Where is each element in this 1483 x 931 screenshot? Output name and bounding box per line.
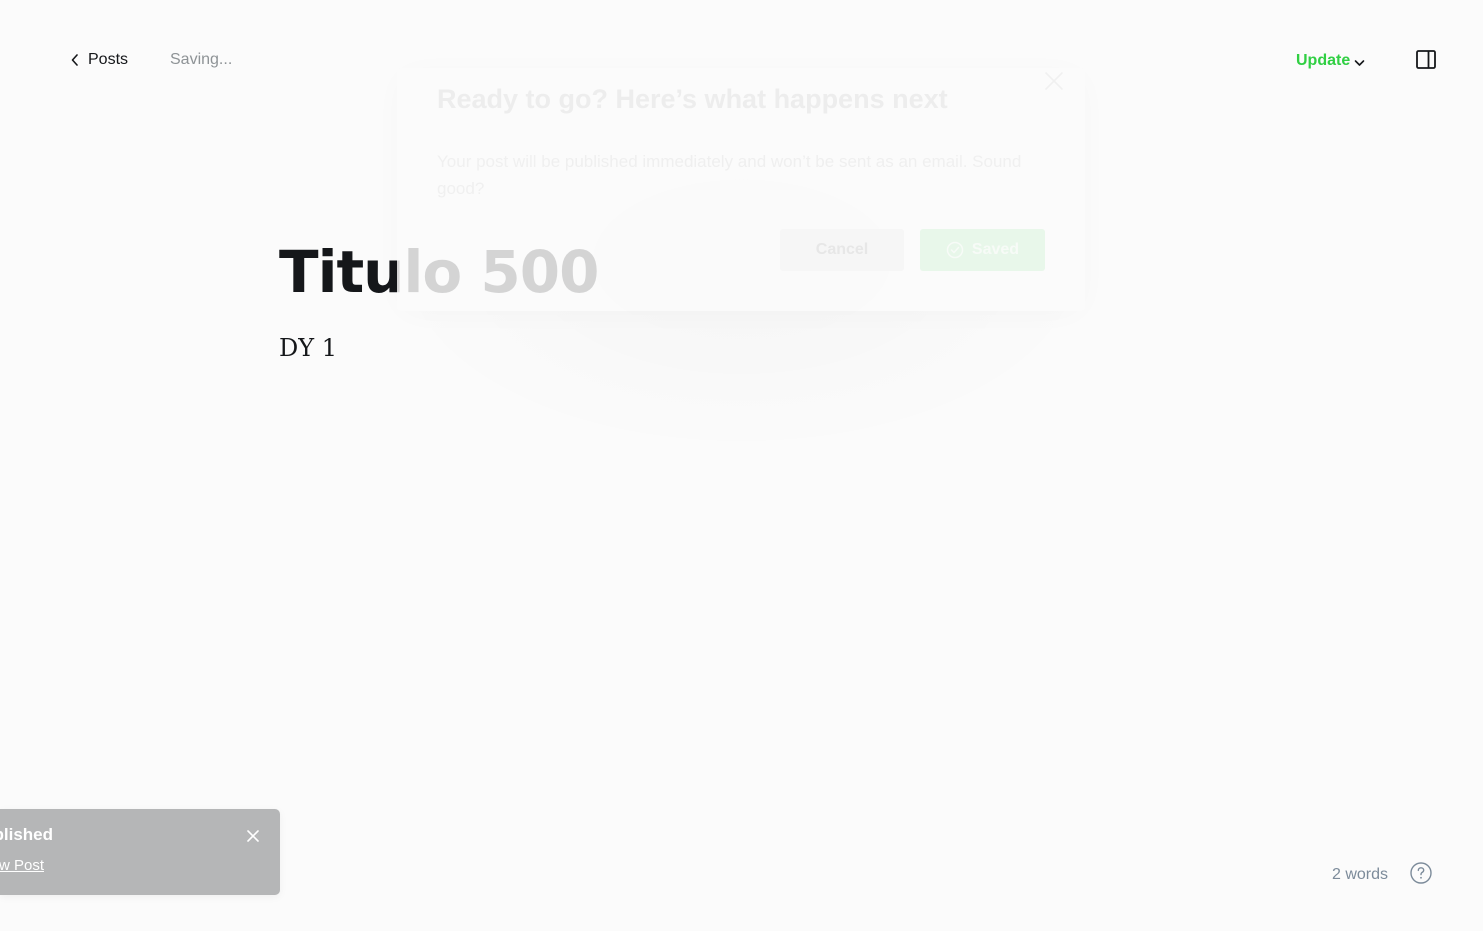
word-count: 2 words bbox=[1332, 866, 1389, 883]
save-status: Saving... bbox=[170, 51, 233, 68]
check-circle-icon bbox=[946, 241, 964, 259]
close-icon[interactable] bbox=[246, 829, 260, 843]
post-editor-page: Posts Saving... Update Titulo 500 DY 1 R… bbox=[0, 0, 1483, 931]
close-icon[interactable] bbox=[1043, 70, 1065, 92]
view-post-link[interactable]: w Post bbox=[0, 856, 44, 876]
published-notification: blished w Post bbox=[0, 809, 280, 895]
help-circle-icon[interactable] bbox=[1409, 861, 1433, 885]
cancel-button-label: Cancel bbox=[815, 241, 869, 258]
back-to-posts-link[interactable]: Posts bbox=[70, 48, 128, 72]
sidebar-toggle-icon[interactable] bbox=[1415, 49, 1437, 71]
chevron-down-icon bbox=[1354, 59, 1365, 66]
post-body[interactable]: DY 1 bbox=[279, 332, 337, 364]
chevron-left-icon bbox=[71, 54, 78, 66]
publish-confirm-modal: Ready to go? Here’s what happens next Yo… bbox=[397, 68, 1085, 311]
notification-title: blished bbox=[0, 825, 53, 844]
update-button[interactable]: Update bbox=[1296, 49, 1365, 73]
modal-title: Ready to go? Here’s what happens next bbox=[437, 84, 948, 114]
update-button-label: Update bbox=[1296, 52, 1351, 69]
saved-button[interactable]: Saved bbox=[920, 229, 1045, 271]
modal-description: Your post will be published immediately … bbox=[437, 152, 1022, 198]
cancel-button[interactable]: Cancel bbox=[780, 229, 904, 271]
saved-button-label: Saved bbox=[971, 241, 1020, 258]
back-link-label: Posts bbox=[88, 51, 129, 68]
